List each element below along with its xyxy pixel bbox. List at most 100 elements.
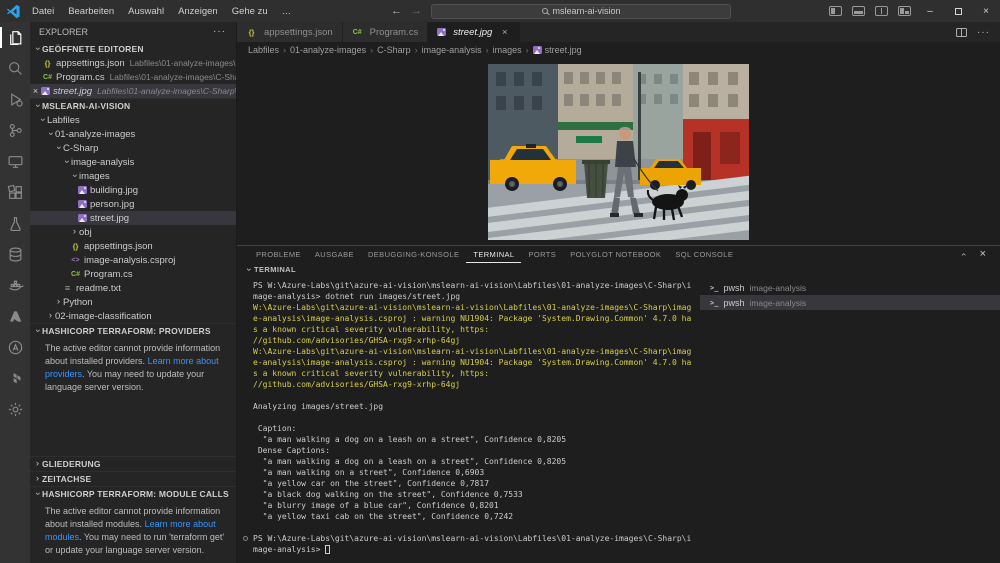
terminal-section-header[interactable]: TERMINAL — [237, 263, 1000, 276]
panel-tab-sql-console[interactable]: SQL CONSOLE — [668, 246, 740, 263]
terminal-cursor — [325, 545, 330, 554]
json-icon — [42, 59, 53, 68]
explorer-icon[interactable] — [0, 22, 30, 53]
terminal-line: PS W:\Azure-Labs\git\azure-ai-vision\msl… — [253, 280, 700, 291]
command-center-search[interactable]: mslearn-ai-vision — [431, 4, 731, 19]
modules-message: The active editor cannot provide informa… — [30, 501, 236, 563]
breadcrumb-item[interactable]: Labfiles — [248, 45, 279, 55]
panel-tab-terminal[interactable]: TERMINAL — [466, 246, 521, 263]
tree-item-image-analysis[interactable]: image-analysis — [30, 155, 236, 169]
titlebar-right: – × — [824, 0, 1000, 22]
panel-tab-probleme[interactable]: PROBLEME — [249, 246, 308, 263]
command-decoration-icon[interactable] — [243, 536, 248, 541]
close-tab-icon[interactable]: × — [499, 27, 510, 38]
tree-item-street-jpg[interactable]: street.jpg — [30, 211, 236, 225]
tree-item-01-analyze-images[interactable]: 01-analyze-images — [30, 127, 236, 141]
toggle-secondary-sidebar-icon[interactable] — [875, 6, 888, 16]
terminal-section-label: TERMINAL — [254, 265, 296, 274]
explorer-more-actions-icon[interactable]: ··· — [213, 26, 226, 37]
tree-item-csproj[interactable]: image-analysis.csproj — [30, 253, 236, 267]
navigate-forward-icon[interactable]: → — [411, 5, 422, 17]
panel-tab-bar: PROBLEME AUSGABE DEBUGGING-KONSOLE TERMI… — [237, 246, 1000, 263]
toggle-sidebar-icon[interactable] — [829, 6, 842, 16]
run-debug-icon[interactable] — [0, 84, 30, 115]
terminal-output[interactable]: PS W:\Azure-Labs\git\azure-ai-vision\msl… — [237, 276, 700, 563]
section-terraform-modules[interactable]: HASHICORP TERRAFORM: MODULE CALLS — [30, 486, 236, 501]
breadcrumb-item[interactable]: street.jpg — [545, 45, 582, 55]
menu-bearbeiten[interactable]: Bearbeiten — [61, 6, 121, 17]
maximize-panel-icon[interactable] — [959, 250, 968, 259]
tree-item-images[interactable]: images — [30, 169, 236, 183]
source-control-icon[interactable] — [0, 115, 30, 146]
panel-tab-polyglot-notebook[interactable]: POLYGLOT NOTEBOOK — [563, 246, 668, 263]
azure-icon[interactable] — [0, 301, 30, 332]
tree-item-appsettings-json[interactable]: appsettings.json — [30, 239, 236, 253]
menu-more[interactable]: … — [275, 6, 299, 17]
tree-item-c-sharp[interactable]: C-Sharp — [30, 141, 236, 155]
tab-program-cs[interactable]: Program.cs — [343, 22, 429, 42]
menu-auswahl[interactable]: Auswahl — [121, 6, 171, 17]
settings-gear-icon[interactable] — [0, 394, 30, 425]
tab-label: street.jpg — [453, 27, 492, 38]
open-editor-street-jpg[interactable]: × street.jpg Labfiles\01-analyze-images\… — [30, 84, 236, 98]
terminal-cwd: image-analysis — [749, 298, 806, 308]
docker-icon[interactable] — [0, 270, 30, 301]
section-timeline[interactable]: ZEITACHSE — [30, 471, 236, 486]
tree-item-person-jpg[interactable]: person.jpg — [30, 197, 236, 211]
tree-item-labfiles[interactable]: Labfiles — [30, 113, 236, 127]
chevron-down-icon — [33, 44, 43, 53]
close-panel-icon[interactable] — [980, 249, 986, 260]
menu-gehe-zu[interactable]: Gehe zu — [225, 6, 275, 17]
tree-item-02-image-classification[interactable]: 02-image-classification — [30, 309, 236, 323]
tree-label: obj — [79, 227, 92, 238]
breadcrumb-item[interactable]: C-Sharp — [377, 45, 411, 55]
breadcrumb-separator-icon — [283, 45, 286, 55]
terminal-tab-pwsh-2[interactable]: pwsh image-analysis — [700, 295, 1000, 310]
breadcrumb-item[interactable]: images — [493, 45, 522, 55]
open-editor-appsettings[interactable]: appsettings.json Labfiles\01-analyze-ima… — [30, 56, 236, 70]
panel-tab-debugging-konsole[interactable]: DEBUGGING-KONSOLE — [361, 246, 466, 263]
split-editor-icon[interactable] — [955, 26, 968, 39]
panel-tab-ports[interactable]: PORTS — [521, 246, 563, 263]
tree-item-python[interactable]: Python — [30, 295, 236, 309]
tree-item-building-jpg[interactable]: building.jpg — [30, 183, 236, 197]
terminal-tab-pwsh-1[interactable]: pwsh image-analysis — [700, 280, 1000, 295]
tab-appsettings-json[interactable]: appsettings.json — [237, 22, 343, 42]
toggle-panel-icon[interactable] — [852, 6, 865, 16]
extensions-icon[interactable] — [0, 177, 30, 208]
open-editor-path: Labfiles\01-analyze-images\C-Sharp\i... — [97, 86, 236, 96]
ansible-icon[interactable] — [0, 332, 30, 363]
menu-datei[interactable]: Datei — [25, 6, 61, 17]
section-outline[interactable]: GLIEDERUNG — [30, 456, 236, 471]
breadcrumb-item[interactable]: 01-analyze-images — [290, 45, 366, 55]
navigate-back-icon[interactable]: ← — [391, 5, 402, 17]
section-open-editors[interactable]: GEÖFFNETE EDITOREN — [30, 41, 236, 56]
terraform-icon[interactable] — [0, 363, 30, 394]
section-workspace-tree[interactable]: MSLEARN-AI-VISION — [30, 98, 236, 113]
editor-more-actions-icon[interactable]: ··· — [977, 27, 990, 38]
search-view-icon[interactable] — [0, 53, 30, 84]
close-icon[interactable]: × — [30, 86, 41, 96]
tree-item-readme-txt[interactable]: readme.txt — [30, 281, 236, 295]
tree-item-obj[interactable]: obj — [30, 225, 236, 239]
panel-tab-ausgabe[interactable]: AUSGABE — [308, 246, 361, 263]
activity-bar — [0, 22, 30, 563]
remote-explorer-icon[interactable] — [0, 146, 30, 177]
minimize-button[interactable]: – — [916, 0, 944, 22]
section-terraform-providers[interactable]: HASHICORP TERRAFORM: PROVIDERS — [30, 323, 236, 338]
customize-layout-icon[interactable] — [898, 6, 911, 16]
terminal-line: mage-analysis> dotnet run images/street.… — [253, 291, 700, 302]
menu-anzeigen[interactable]: Anzeigen — [171, 6, 225, 17]
tab-street-jpg[interactable]: street.jpg × — [428, 22, 520, 42]
maximize-button[interactable] — [944, 0, 972, 22]
tree-item-program-cs[interactable]: Program.cs — [30, 267, 236, 281]
editor-region: appsettings.json Program.cs street.jpg ×… — [237, 22, 1000, 563]
breadcrumb-item[interactable]: image-analysis — [422, 45, 482, 55]
database-icon[interactable] — [0, 239, 30, 270]
terminal-line: Caption: — [253, 423, 700, 434]
open-editor-program-cs[interactable]: Program.cs Labfiles\01-analyze-images\C-… — [30, 70, 236, 84]
chevron-down-icon — [33, 327, 43, 336]
close-window-button[interactable]: × — [972, 0, 1000, 22]
chevron-down-icon — [70, 172, 80, 181]
testing-icon[interactable] — [0, 208, 30, 239]
